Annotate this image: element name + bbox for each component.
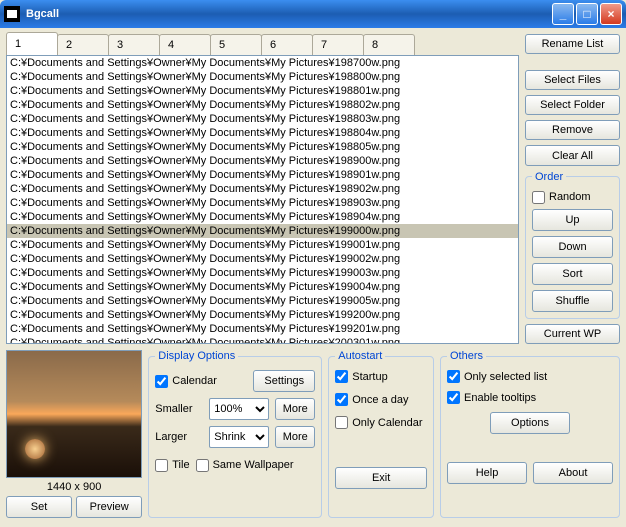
down-button[interactable]: Down xyxy=(532,236,613,258)
preview-image xyxy=(6,350,142,478)
only-calendar-checkbox[interactable]: Only Calendar xyxy=(335,416,427,429)
list-item[interactable]: C:¥Documents and Settings¥Owner¥My Docum… xyxy=(7,196,518,210)
list-item[interactable]: C:¥Documents and Settings¥Owner¥My Docum… xyxy=(7,308,518,322)
list-item[interactable]: C:¥Documents and Settings¥Owner¥My Docum… xyxy=(7,112,518,126)
tab-5[interactable]: 5 xyxy=(210,34,262,55)
set-button[interactable]: Set xyxy=(6,496,72,518)
preview-dimensions: 1440 x 900 xyxy=(6,481,142,493)
random-checkbox[interactable]: Random xyxy=(532,191,613,204)
list-item[interactable]: C:¥Documents and Settings¥Owner¥My Docum… xyxy=(7,98,518,112)
titlebar: Bgcall _ □ × xyxy=(0,0,626,28)
autostart-legend: Autostart xyxy=(335,350,385,362)
about-button[interactable]: About xyxy=(533,462,613,484)
order-group: Order Random Up Down Sort Shuffle xyxy=(525,171,620,319)
list-item[interactable]: C:¥Documents and Settings¥Owner¥My Docum… xyxy=(7,70,518,84)
autostart-group: Autostart Startup Once a day Only Calend… xyxy=(328,350,434,518)
sort-button[interactable]: Sort xyxy=(532,263,613,285)
file-list[interactable]: C:¥Documents and Settings¥Owner¥My Docum… xyxy=(6,55,519,344)
display-options-group: Display Options Calendar Settings Smalle… xyxy=(148,350,322,518)
tab-strip: 12345678 xyxy=(6,34,519,55)
list-item[interactable]: C:¥Documents and Settings¥Owner¥My Docum… xyxy=(7,84,518,98)
tab-6[interactable]: 6 xyxy=(261,34,313,55)
rename-list-button[interactable]: Rename List xyxy=(525,34,620,54)
startup-checkbox[interactable]: Startup xyxy=(335,370,427,383)
list-item[interactable]: C:¥Documents and Settings¥Owner¥My Docum… xyxy=(7,210,518,224)
list-item[interactable]: C:¥Documents and Settings¥Owner¥My Docum… xyxy=(7,280,518,294)
list-item[interactable]: C:¥Documents and Settings¥Owner¥My Docum… xyxy=(7,182,518,196)
tab-8[interactable]: 8 xyxy=(363,34,415,55)
select-files-button[interactable]: Select Files xyxy=(525,70,620,90)
current-wp-button[interactable]: Current WP xyxy=(525,324,620,344)
maximize-button[interactable]: □ xyxy=(576,3,598,25)
larger-label: Larger xyxy=(155,431,203,443)
smaller-more-button[interactable]: More xyxy=(275,398,315,420)
clear-all-button[interactable]: Clear All xyxy=(525,145,620,165)
smaller-label: Smaller xyxy=(155,403,203,415)
once-a-day-checkbox[interactable]: Once a day xyxy=(335,393,427,406)
options-button[interactable]: Options xyxy=(490,412,570,434)
order-legend: Order xyxy=(532,171,566,183)
smaller-select[interactable]: 100% xyxy=(209,398,269,420)
select-folder-button[interactable]: Select Folder xyxy=(525,95,620,115)
list-item[interactable]: C:¥Documents and Settings¥Owner¥My Docum… xyxy=(7,336,518,344)
tab-7[interactable]: 7 xyxy=(312,34,364,55)
tab-2[interactable]: 2 xyxy=(57,34,109,55)
list-item[interactable]: C:¥Documents and Settings¥Owner¥My Docum… xyxy=(7,238,518,252)
list-item[interactable]: C:¥Documents and Settings¥Owner¥My Docum… xyxy=(7,140,518,154)
minimize-button[interactable]: _ xyxy=(552,3,574,25)
others-legend: Others xyxy=(447,350,486,362)
tooltips-checkbox[interactable]: Enable tooltips xyxy=(447,391,613,404)
preview-button[interactable]: Preview xyxy=(76,496,142,518)
settings-button[interactable]: Settings xyxy=(253,370,315,392)
tab-4[interactable]: 4 xyxy=(159,34,211,55)
same-wallpaper-checkbox[interactable]: Same Wallpaper xyxy=(196,459,294,472)
window-title: Bgcall xyxy=(26,8,552,20)
larger-select[interactable]: Shrink xyxy=(209,426,269,448)
list-item[interactable]: C:¥Documents and Settings¥Owner¥My Docum… xyxy=(7,266,518,280)
shuffle-button[interactable]: Shuffle xyxy=(532,290,613,312)
larger-more-button[interactable]: More xyxy=(275,426,315,448)
display-legend: Display Options xyxy=(155,350,238,362)
up-button[interactable]: Up xyxy=(532,209,613,231)
others-group: Others Only selected list Enable tooltip… xyxy=(440,350,620,518)
exit-button[interactable]: Exit xyxy=(335,467,427,489)
only-selected-checkbox[interactable]: Only selected list xyxy=(447,370,613,383)
list-item[interactable]: C:¥Documents and Settings¥Owner¥My Docum… xyxy=(7,322,518,336)
list-item[interactable]: C:¥Documents and Settings¥Owner¥My Docum… xyxy=(7,294,518,308)
tile-checkbox[interactable]: Tile xyxy=(155,459,189,472)
calendar-checkbox[interactable]: Calendar xyxy=(155,375,217,388)
list-item[interactable]: C:¥Documents and Settings¥Owner¥My Docum… xyxy=(7,252,518,266)
tab-3[interactable]: 3 xyxy=(108,34,160,55)
remove-button[interactable]: Remove xyxy=(525,120,620,140)
list-item[interactable]: C:¥Documents and Settings¥Owner¥My Docum… xyxy=(7,126,518,140)
help-button[interactable]: Help xyxy=(447,462,527,484)
list-item[interactable]: C:¥Documents and Settings¥Owner¥My Docum… xyxy=(7,56,518,70)
list-item[interactable]: C:¥Documents and Settings¥Owner¥My Docum… xyxy=(7,224,518,238)
tab-1[interactable]: 1 xyxy=(6,32,58,55)
list-item[interactable]: C:¥Documents and Settings¥Owner¥My Docum… xyxy=(7,154,518,168)
close-button[interactable]: × xyxy=(600,3,622,25)
list-item[interactable]: C:¥Documents and Settings¥Owner¥My Docum… xyxy=(7,168,518,182)
app-icon xyxy=(4,6,20,22)
